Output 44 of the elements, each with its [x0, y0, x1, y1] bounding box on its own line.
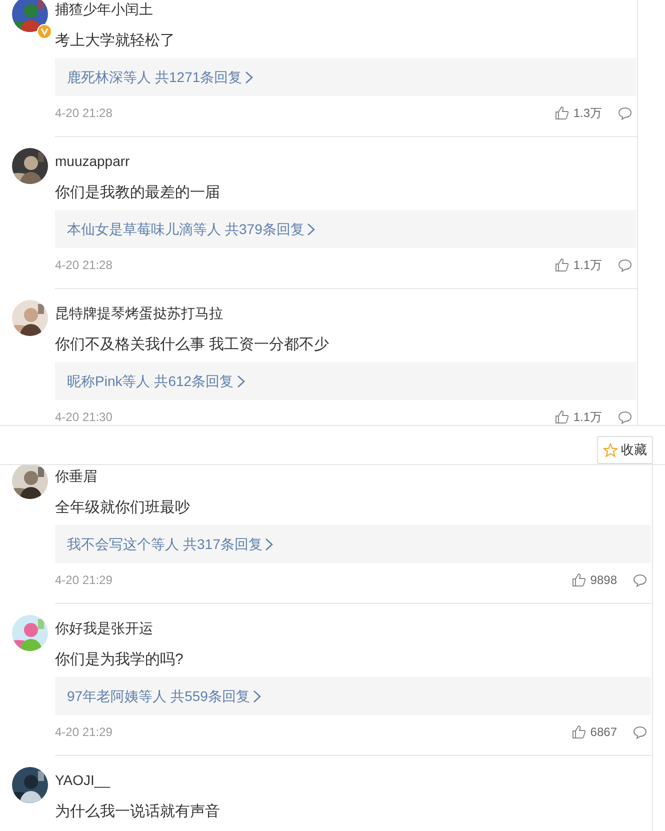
like-count: 6867 [590, 724, 617, 741]
comment-icon[interactable] [633, 726, 647, 738]
timestamp: 4-20 21:29 [55, 724, 112, 741]
thumbs-up-icon[interactable] [555, 258, 570, 272]
chevron-icon [265, 538, 274, 550]
chevron-icon [245, 70, 254, 84]
replies-link[interactable]: 97年老阿姨等人 共559条回复 [55, 677, 651, 715]
comment-text: 全年级就你们班最吵 [55, 498, 191, 518]
username[interactable]: 你垂眉 [55, 466, 651, 486]
like-count: 9898 [590, 572, 617, 589]
comment-text: 考上大学就轻松了 [55, 31, 176, 51]
thumbs-up-icon[interactable] [555, 106, 570, 120]
timestamp: 4-20 21:28 [55, 257, 112, 274]
comment-text: 你们不及格关我什么事 我工资一分都不少 [55, 335, 330, 355]
thumbs-up-icon[interactable] [572, 573, 586, 587]
chevron-icon [252, 690, 261, 702]
timestamp: 4-20 21:30 [55, 409, 112, 425]
comment-icon[interactable] [618, 258, 632, 272]
username[interactable]: YAOJI__ [55, 770, 651, 790]
thumbs-up-icon[interactable] [555, 410, 570, 424]
comment-icon[interactable] [618, 106, 632, 120]
favorite-button[interactable]: 收藏 [597, 436, 653, 464]
chevron-icon [307, 222, 316, 236]
comment-text: 你们是为我学的吗? [55, 650, 184, 670]
replies-link[interactable]: 本仙女是草莓味儿滴等人 共379条回复 [55, 210, 636, 248]
timestamp: 4-20 21:28 [55, 105, 112, 122]
comment-icon[interactable] [618, 410, 632, 424]
replies-link[interactable]: 昵称Pink等人 共612条回复 [55, 362, 636, 400]
chevron-icon [236, 374, 245, 388]
star-icon [603, 442, 618, 458]
username[interactable]: 捕猹少年小闰土 [55, 0, 636, 19]
comment-icon[interactable] [633, 574, 647, 586]
username[interactable]: 昆特牌提琴烤蛋挞苏打马拉 [55, 303, 636, 323]
timestamp: 4-20 21:29 [55, 572, 112, 589]
replies-link[interactable]: 我不会写这个等人 共317条回复 [55, 525, 651, 563]
like-count: 1.1万 [573, 409, 602, 425]
comment-text: 为什么我一说话就有声音 [55, 802, 221, 822]
username[interactable]: 你好我是张开运 [55, 618, 651, 638]
thumbs-up-icon[interactable] [572, 725, 586, 739]
username[interactable]: muuzapparr [55, 151, 636, 171]
comment-text: 你们是我教的最差的一届 [55, 183, 221, 203]
like-count: 1.1万 [573, 257, 602, 274]
like-count: 1.3万 [573, 105, 602, 122]
replies-link[interactable]: 鹿死林深等人 共1271条回复 [55, 58, 636, 96]
